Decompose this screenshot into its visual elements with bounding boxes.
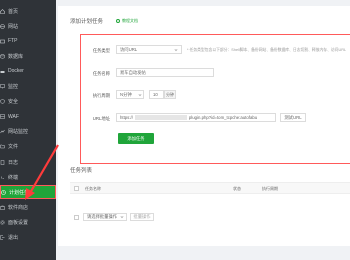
period-label: 执行周期 <box>92 93 110 98</box>
folder-icon <box>0 144 5 149</box>
sidebar-item[interactable]: 退出 <box>0 231 56 245</box>
batch-operate-button[interactable]: 批量操作 <box>130 213 154 221</box>
sidebar-item-label: FTP <box>8 38 18 45</box>
sidebar-item-label: 退出 <box>8 235 19 241</box>
store-icon <box>0 205 5 210</box>
chevron-down-icon <box>120 216 124 219</box>
url-prefix: https:// <box>120 115 133 120</box>
task-name-input[interactable]: 易车自动发帖 <box>116 68 214 77</box>
sidebar-item-label: 网站监控 <box>8 129 29 136</box>
sidebar-item[interactable]: WAF <box>0 110 56 124</box>
sidebar-item[interactable]: 数据库 <box>0 49 56 63</box>
sidebar-item[interactable]: FTP <box>0 34 56 48</box>
database-icon <box>0 54 5 59</box>
sidebar-item[interactable]: 网站 <box>0 19 56 33</box>
sidebar-item-label: WAF <box>8 113 19 120</box>
sidebar-item[interactable]: 首页 <box>0 4 56 18</box>
task-type-select[interactable]: 访问URL <box>116 45 182 54</box>
terminal-icon <box>0 175 5 180</box>
period-value: N分钟 <box>120 91 132 97</box>
monitor-icon <box>0 84 5 89</box>
log-icon <box>0 159 5 165</box>
sidebar-item[interactable]: 安全 <box>0 95 56 109</box>
url-label: URL地址 <box>92 116 110 121</box>
sidebar-item-label: 监控 <box>8 84 19 90</box>
tutorial-link-label: 教程文档 <box>122 18 138 23</box>
ftp-icon <box>0 39 5 44</box>
sidebar-item-label: 安全 <box>8 99 19 106</box>
sidebar-item[interactable]: 网站监控 <box>0 125 56 139</box>
annotation-arrow <box>25 144 59 200</box>
period-number-value: 10 <box>153 92 158 97</box>
sidebar-item-label: 软件商店 <box>8 204 29 211</box>
period-number-input[interactable]: 10 <box>149 90 164 99</box>
sidebar-item-label: 首页 <box>8 8 19 15</box>
sidebar-item-label: 网站 <box>8 23 19 30</box>
globe-icon <box>0 23 5 29</box>
batch-select-value: 请选择批量操作 <box>87 214 118 219</box>
sidebar-item-label: Docker <box>8 68 24 75</box>
url-input[interactable]: https:// plugin.php?id=tom_tcpche:autofa… <box>116 113 276 122</box>
col-status: 状态 <box>233 186 241 191</box>
task-type-hint: * 任务类型包含以下部分：Shell脚本、备份网站、备份数据库、日志切割、释放内… <box>187 48 347 52</box>
period-unit: 分钟 <box>164 90 176 99</box>
sidebar-item-label: 数据库 <box>8 53 24 60</box>
sidebar-item-label: 文件 <box>8 144 19 151</box>
help-icon <box>116 19 120 23</box>
home-icon <box>0 8 5 14</box>
url-suffix: plugin.php?id=tom_tcpche:autofabu <box>188 115 258 120</box>
table-header <box>70 182 350 194</box>
shield-icon <box>0 99 5 104</box>
clock-icon <box>1 189 6 195</box>
tutorial-link[interactable]: 教程文档 <box>116 18 138 24</box>
sidebar-item[interactable]: 面板设置 <box>0 215 56 229</box>
sidebar: 首页 网站 FTP 数据库 Docker 监控 安全 WAF 网站监控 文件 日志 终端 计划任务 软件商… <box>0 0 56 260</box>
add-task-button[interactable]: 添加任务 <box>118 133 154 144</box>
task-type-value: 访问URL <box>120 46 138 52</box>
sidebar-item[interactable]: Docker <box>0 64 56 78</box>
sidebar-item-label: 终端 <box>8 174 19 181</box>
sidebar-item-label: 面板设置 <box>8 219 29 226</box>
add-task-title: 添加计划任务 <box>70 19 104 25</box>
task-name-label: 任务名称 <box>92 71 110 76</box>
col-task-name: 任务名称 <box>85 186 101 191</box>
col-period: 执行周期 <box>262 186 278 191</box>
docker-icon <box>0 69 5 74</box>
task-list-title: 任务列表 <box>70 168 93 174</box>
chevron-down-icon <box>138 93 142 96</box>
select-all-checkbox[interactable] <box>74 185 79 191</box>
logout-icon <box>0 235 5 240</box>
chevron-down-icon <box>174 48 178 51</box>
sidebar-item-label: 日志 <box>8 159 19 166</box>
sidebar-item[interactable]: 监控 <box>0 80 56 94</box>
test-url-button[interactable]: 测试URL <box>280 113 306 122</box>
task-name-value: 易车自动发帖 <box>120 69 146 75</box>
chart-icon <box>0 129 5 134</box>
sidebar-item[interactable]: 软件商店 <box>0 200 56 214</box>
gear-icon <box>0 220 5 225</box>
task-type-label: 任务类型 <box>92 48 110 53</box>
firewall-icon <box>0 114 5 119</box>
url-redacted <box>134 115 187 120</box>
row-checkbox[interactable] <box>74 215 79 220</box>
